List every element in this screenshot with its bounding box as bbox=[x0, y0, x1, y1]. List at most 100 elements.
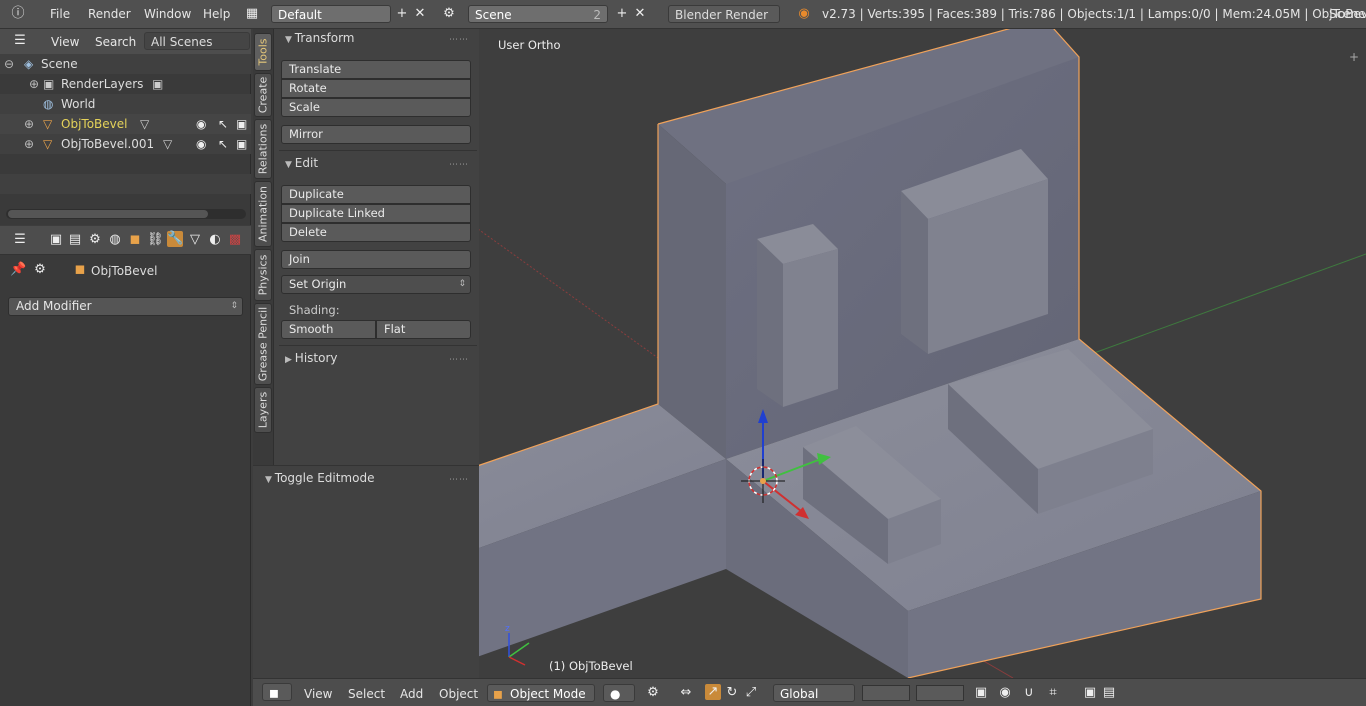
constraints-tab-icon[interactable]: ⛓ bbox=[147, 232, 164, 248]
menu-window[interactable]: Window bbox=[144, 7, 191, 21]
object-tab-icon[interactable]: ◼ bbox=[127, 232, 143, 248]
snap-toggle-icon[interactable]: ∪ bbox=[1021, 685, 1037, 701]
rotate-manipulator-icon[interactable]: ↻ bbox=[724, 685, 740, 701]
add-modifier-dropdown[interactable]: Add Modifier ⇕ bbox=[8, 297, 243, 316]
interaction-mode-select[interactable]: ◼ Object Mode bbox=[487, 684, 595, 702]
material-tab-icon[interactable]: ◐ bbox=[207, 232, 223, 248]
snap-element-icon[interactable]: ⌗ bbox=[1045, 685, 1061, 701]
outliner-horizontal-scrollbar[interactable] bbox=[6, 209, 246, 219]
viewport-shading-select[interactable]: ● bbox=[603, 684, 635, 702]
info-editor-icon[interactable]: ⓘ bbox=[10, 6, 26, 22]
menu-file[interactable]: File bbox=[50, 7, 70, 21]
outliner-row-scene[interactable]: ⊖ ◈ Scene bbox=[0, 54, 251, 74]
outliner-row-objtobevel[interactable]: ⊕ ▽ ObjToBevel ▽ ◉ ↖ ▣ bbox=[0, 114, 251, 134]
rotate-button[interactable]: Rotate bbox=[281, 79, 471, 98]
texture-tab-icon[interactable]: ▩ bbox=[227, 232, 243, 248]
layers-grid-2[interactable] bbox=[916, 685, 964, 701]
close-scene-icon[interactable]: ✕ bbox=[632, 6, 648, 22]
history-panel-header[interactable]: ▶ History bbox=[285, 351, 338, 365]
duplicate-button[interactable]: Duplicate bbox=[281, 185, 471, 204]
mirror-button[interactable]: Mirror bbox=[281, 125, 471, 144]
layers-grid-1[interactable] bbox=[862, 685, 910, 701]
pin-icon[interactable]: 📌 bbox=[10, 262, 26, 278]
set-origin-label: Set Origin bbox=[289, 277, 347, 291]
selectable-cursor-icon[interactable]: ↖ bbox=[218, 134, 228, 154]
expand-icon[interactable]: ⊕ bbox=[24, 134, 34, 154]
viewport-object-menu[interactable]: Object bbox=[439, 687, 478, 701]
scene-tab-icon[interactable]: ⚙ bbox=[87, 232, 103, 248]
outliner-editor-icon[interactable]: ☰ bbox=[12, 33, 28, 49]
operator-panel-header[interactable]: ▼ Toggle Editmode bbox=[265, 471, 374, 485]
add-layout-icon[interactable]: + bbox=[394, 6, 410, 22]
duplicate-linked-button[interactable]: Duplicate Linked bbox=[281, 204, 471, 223]
close-layout-icon[interactable]: ✕ bbox=[412, 6, 428, 22]
outliner-display-mode-select[interactable]: All Scenes bbox=[144, 32, 250, 50]
proportional-edit-icon[interactable]: ◉ bbox=[997, 685, 1013, 701]
scene-users-count: 2 bbox=[593, 8, 601, 22]
viewport-view-menu[interactable]: View bbox=[304, 687, 332, 701]
tab-animation[interactable]: Animation bbox=[254, 181, 272, 247]
collapse-icon[interactable]: ⊖ bbox=[4, 54, 14, 74]
menu-help[interactable]: Help bbox=[203, 7, 230, 21]
viewport-select-menu[interactable]: Select bbox=[348, 687, 385, 701]
tab-grease-pencil[interactable]: Grease Pencil bbox=[254, 303, 272, 385]
opengl-render-icon[interactable]: ▤ bbox=[1101, 685, 1117, 701]
data-tab-icon[interactable]: ▽ bbox=[187, 232, 203, 248]
viewport-expand-icon[interactable]: + bbox=[1349, 50, 1359, 64]
editor-type-select[interactable]: ◼ bbox=[262, 683, 292, 701]
render-tab-icon[interactable]: ▣ bbox=[48, 232, 64, 248]
lock-layers-icon[interactable]: ▣ bbox=[973, 685, 989, 701]
translate-button[interactable]: Translate bbox=[281, 60, 471, 79]
selectable-cursor-icon[interactable]: ↖ bbox=[218, 114, 228, 134]
outliner-row-objtobevel-001[interactable]: ⊕ ▽ ObjToBevel.001 ▽ ◉ ↖ ▣ bbox=[0, 134, 251, 154]
panel-drag-handle-icon[interactable]: ⋯⋯ bbox=[449, 35, 469, 45]
render-engine-select[interactable]: Blender Render bbox=[668, 5, 780, 23]
manipulator-toggle-icon[interactable]: ⇔ bbox=[678, 685, 694, 701]
render-camera-icon[interactable]: ▣ bbox=[236, 134, 247, 154]
tab-create[interactable]: Create bbox=[254, 73, 272, 117]
properties-editor-icon[interactable]: ☰ bbox=[12, 232, 28, 248]
render-camera-icon[interactable]: ▣ bbox=[236, 114, 247, 134]
scene-icon[interactable]: ⚙ bbox=[441, 6, 457, 22]
delete-button[interactable]: Delete bbox=[281, 223, 471, 242]
scale-button[interactable]: Scale bbox=[281, 98, 471, 117]
tab-layers[interactable]: Layers bbox=[254, 387, 272, 433]
tab-physics[interactable]: Physics bbox=[254, 249, 272, 301]
outliner-row-renderlayers[interactable]: ⊕ ▣ RenderLayers ▣ bbox=[0, 74, 251, 94]
screen-layout-icon[interactable]: ▦ bbox=[244, 6, 260, 22]
transform-orientation-select[interactable]: Global bbox=[773, 684, 855, 702]
tab-tools[interactable]: Tools bbox=[254, 33, 272, 71]
layout-field[interactable]: Default bbox=[271, 5, 391, 23]
edit-panel-header[interactable]: ▼ Edit bbox=[285, 156, 318, 170]
add-scene-icon[interactable]: + bbox=[614, 6, 630, 22]
visibility-eye-icon[interactable]: ◉ bbox=[196, 134, 206, 154]
expand-icon[interactable]: ⊕ bbox=[24, 114, 34, 134]
modifiers-tab-icon[interactable]: 🔧 bbox=[167, 231, 183, 247]
outliner-view-menu[interactable]: View bbox=[51, 35, 79, 49]
menu-render[interactable]: Render bbox=[88, 7, 131, 21]
render-layers-tab-icon[interactable]: ▤ bbox=[67, 232, 83, 248]
tab-relations[interactable]: Relations bbox=[254, 119, 272, 179]
object-mode-icon: ◼ bbox=[493, 687, 503, 701]
outliner-search-menu[interactable]: Search bbox=[95, 35, 136, 49]
flat-shading-button[interactable]: Flat bbox=[376, 320, 471, 339]
outliner-row-world[interactable]: ◍ World bbox=[0, 94, 251, 114]
smooth-shading-button[interactable]: Smooth bbox=[281, 320, 376, 339]
visibility-eye-icon[interactable]: ◉ bbox=[196, 114, 206, 134]
set-origin-dropdown[interactable]: Set Origin ⇕ bbox=[281, 275, 471, 294]
panel-drag-handle-icon[interactable]: ⋯⋯ bbox=[449, 160, 469, 170]
panel-drag-handle-icon[interactable]: ⋯⋯ bbox=[449, 355, 469, 365]
transform-panel-header[interactable]: ▼ Transform bbox=[285, 31, 355, 45]
expand-icon[interactable]: ⊕ bbox=[29, 74, 39, 94]
world-tab-icon[interactable]: ◍ bbox=[107, 232, 123, 248]
join-button[interactable]: Join bbox=[281, 250, 471, 269]
scrollbar-thumb[interactable] bbox=[8, 210, 208, 218]
outliner-empty-row bbox=[0, 174, 251, 194]
render-camera-icon[interactable]: ▣ bbox=[1082, 685, 1098, 701]
scale-manipulator-icon[interactable]: ⤢ bbox=[743, 685, 759, 701]
panel-drag-handle-icon[interactable]: ⋯⋯ bbox=[449, 475, 469, 485]
viewport-add-menu[interactable]: Add bbox=[400, 687, 423, 701]
pivot-point-icon[interactable]: ⚙ bbox=[645, 685, 661, 701]
translate-manipulator-icon[interactable]: ↗ bbox=[705, 684, 721, 700]
scene-field[interactable]: Scene 2 bbox=[468, 5, 608, 23]
